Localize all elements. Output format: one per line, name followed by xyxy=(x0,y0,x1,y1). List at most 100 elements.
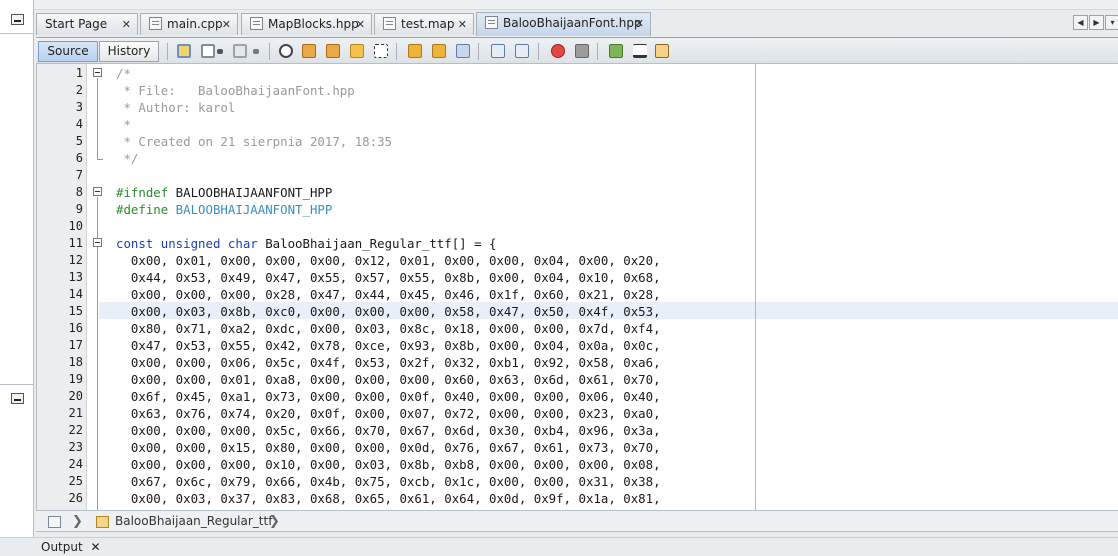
scroll-tabs-right-icon[interactable]: ▶ xyxy=(1089,15,1104,30)
tab-label: test.map xyxy=(401,17,455,31)
code-token: * xyxy=(116,117,131,132)
fold-toggle-icon[interactable] xyxy=(93,187,102,196)
history-button[interactable]: History xyxy=(99,41,159,62)
code-line[interactable]: 0x00, 0x03, 0x37, 0x83, 0x68, 0x65, 0x61… xyxy=(116,490,661,507)
code-line[interactable]: 0x00, 0x00, 0x15, 0x80, 0x00, 0x00, 0x0d… xyxy=(116,439,661,456)
minimize-panel-icon[interactable] xyxy=(11,393,24,404)
code-editor[interactable]: 1 2 3 4 5 6 7 8 9 10 11 12 13 14 15 16 17 18 19 20 21 22 23 24 2… xyxy=(36,64,1118,510)
code-token: 0x00, 0x03, 0x8b, 0xc0, 0x00, 0x00, 0x00… xyxy=(116,304,661,319)
scroll-tabs-left-icon[interactable]: ◀ xyxy=(1073,15,1088,30)
source-button[interactable]: Source xyxy=(38,41,98,62)
breadcrumb-symbol[interactable]: BalooBhaijaan_Regular_ttf xyxy=(115,514,272,528)
code-line[interactable]: const unsigned char BalooBhaijaan_Regula… xyxy=(116,235,496,252)
minimize-panel-icon[interactable] xyxy=(11,14,24,25)
find-selection-icon[interactable] xyxy=(350,44,364,58)
next-bookmark-icon[interactable] xyxy=(432,44,446,58)
line-number: 12 xyxy=(68,253,83,267)
code-line[interactable]: 0x00, 0x00, 0x00, 0x5c, 0x66, 0x70, 0x67… xyxy=(116,422,661,439)
tab-label: BalooBhaijaanFont.hpp xyxy=(503,16,642,30)
code-line[interactable]: 0x6f, 0x45, 0xa1, 0x73, 0x00, 0x00, 0x0f… xyxy=(116,388,661,405)
close-icon[interactable]: ✕ xyxy=(122,14,131,35)
find-next-icon[interactable] xyxy=(326,44,340,58)
record-macro-icon[interactable] xyxy=(551,44,565,58)
shift-left-icon[interactable] xyxy=(491,44,505,58)
line-number: 19 xyxy=(68,372,83,386)
close-icon[interactable]: ✕ xyxy=(91,540,101,554)
code-line[interactable]: 0x80, 0x71, 0xa2, 0xdc, 0x00, 0x03, 0x8c… xyxy=(116,320,661,337)
fold-toggle-icon[interactable] xyxy=(93,238,102,247)
search-icon[interactable] xyxy=(279,44,293,58)
select-rectangle-icon[interactable] xyxy=(374,44,388,58)
code-line[interactable]: * Author: karol xyxy=(116,99,235,116)
uncomment-icon[interactable] xyxy=(633,44,647,58)
code-line[interactable]: 0x67, 0x6c, 0x79, 0x66, 0x4b, 0x75, 0xcb… xyxy=(116,473,661,490)
code-token: 0x00, 0x01, 0x00, 0x00, 0x00, 0x12, 0x01… xyxy=(116,253,661,268)
tab-baloobhaijaanfont-hpp[interactable]: BalooBhaijaanFont.hpp ✕ xyxy=(476,12,651,36)
code-line[interactable]: * File: BalooBhaijaanFont.hpp xyxy=(116,82,354,99)
tab-mapblocks-hpp[interactable]: MapBlocks.hpp ✕ xyxy=(241,13,372,35)
shift-right-icon[interactable] xyxy=(515,44,529,58)
code-line[interactable]: */ xyxy=(116,150,138,167)
code-token: * Author: karol xyxy=(116,100,236,115)
tab-main-cpp[interactable]: main.cpp ✕ xyxy=(140,13,238,35)
code-area[interactable]: /* * File: BalooBhaijaanFont.hpp * Autho… xyxy=(116,64,1118,510)
stop-macro-icon[interactable] xyxy=(575,44,589,58)
left-panel xyxy=(0,0,34,540)
code-token: #ifndef xyxy=(116,185,169,200)
code-line[interactable]: 0x00, 0x00, 0x06, 0x5c, 0x4f, 0x53, 0x2f… xyxy=(116,354,661,371)
code-line[interactable]: #ifndef BALOOBHAIJAANFONT_HPP xyxy=(116,184,332,201)
code-line[interactable]: #define BALOOBHAIJAANFONT_HPP xyxy=(116,201,332,218)
code-line[interactable]: 0x00, 0x00, 0x01, 0xa8, 0x00, 0x00, 0x00… xyxy=(116,371,661,388)
format-icon[interactable] xyxy=(655,44,669,58)
toggle-bookmark-icon[interactable] xyxy=(456,44,470,58)
code-line[interactable]: 0x63, 0x76, 0x74, 0x20, 0x0f, 0x00, 0x07… xyxy=(116,405,661,422)
line-number: 25 xyxy=(68,474,83,488)
tab-test-map[interactable]: test.map ✕ xyxy=(374,13,474,35)
code-token: BalooBhaijaan_Regular_ttf[] = { xyxy=(257,236,497,251)
forward-icon[interactable] xyxy=(233,44,247,58)
close-icon[interactable]: ✕ xyxy=(458,14,467,35)
editor-toolbar: Source History xyxy=(36,37,1118,64)
code-line[interactable]: 0x47, 0x53, 0x55, 0x42, 0x78, 0xce, 0x93… xyxy=(116,337,661,354)
line-number: 14 xyxy=(68,287,83,301)
code-line[interactable]: 0x44, 0x53, 0x49, 0x47, 0x55, 0x57, 0x55… xyxy=(116,269,661,286)
line-number: 8 xyxy=(75,185,83,199)
toolbar-separator xyxy=(396,43,397,60)
cpp-file-icon xyxy=(149,17,162,30)
code-line[interactable]: 0x00, 0x00, 0x00, 0x28, 0x47, 0x44, 0x45… xyxy=(116,286,661,303)
file-icon[interactable] xyxy=(48,516,61,528)
tab-start-page[interactable]: Start Page ✕ xyxy=(36,13,138,35)
line-number: 15 xyxy=(68,304,83,318)
back-icon[interactable] xyxy=(201,44,215,58)
line-number: 6 xyxy=(75,151,83,165)
close-icon[interactable]: ✕ xyxy=(356,14,365,35)
code-token: 0x44, 0x53, 0x49, 0x47, 0x55, 0x57, 0x55… xyxy=(116,270,661,285)
code-line[interactable]: * Created on 21 sierpnia 2017, 18:35 xyxy=(116,133,392,150)
close-icon[interactable]: ✕ xyxy=(222,14,231,35)
code-token: 0x67, 0x6c, 0x79, 0x66, 0x4b, 0x75, 0xcb… xyxy=(116,474,661,489)
code-token: BALOOBHAIJAANFONT_HPP xyxy=(168,202,333,217)
tab-output[interactable]: Output ✕ xyxy=(37,539,105,556)
close-icon[interactable]: ✕ xyxy=(635,13,644,34)
code-token: 0x80, 0x71, 0xa2, 0xdc, 0x00, 0x03, 0x8c… xyxy=(116,321,661,336)
code-line[interactable]: 0x00, 0x00, 0x00, 0x10, 0x00, 0x03, 0x8b… xyxy=(116,456,661,473)
chevron-down-icon[interactable] xyxy=(253,49,259,54)
code-line[interactable]: * xyxy=(116,116,131,133)
line-number: 10 xyxy=(68,219,83,233)
code-token: 0x00, 0x00, 0x00, 0x28, 0x47, 0x44, 0x45… xyxy=(116,287,661,302)
last-edit-icon[interactable] xyxy=(177,44,191,58)
chevron-down-icon[interactable] xyxy=(217,49,223,54)
find-previous-icon[interactable] xyxy=(302,44,316,58)
previous-bookmark-icon[interactable] xyxy=(408,44,422,58)
code-token: #define xyxy=(116,202,169,217)
panel-divider xyxy=(0,33,34,34)
code-line[interactable]: /* xyxy=(116,65,131,82)
fold-toggle-icon[interactable] xyxy=(93,68,102,77)
code-line[interactable]: 0x00, 0x03, 0x8b, 0xc0, 0x00, 0x00, 0x00… xyxy=(116,303,661,320)
comment-icon[interactable] xyxy=(609,44,623,58)
code-line[interactable]: 0x00, 0x01, 0x00, 0x00, 0x00, 0x12, 0x01… xyxy=(116,252,661,269)
code-token: /* xyxy=(116,66,131,81)
line-number: 1 xyxy=(75,66,83,80)
show-opened-documents-icon[interactable]: ▾ xyxy=(1105,15,1118,30)
breadcrumb-chevron-icon: ❯ xyxy=(269,514,280,529)
